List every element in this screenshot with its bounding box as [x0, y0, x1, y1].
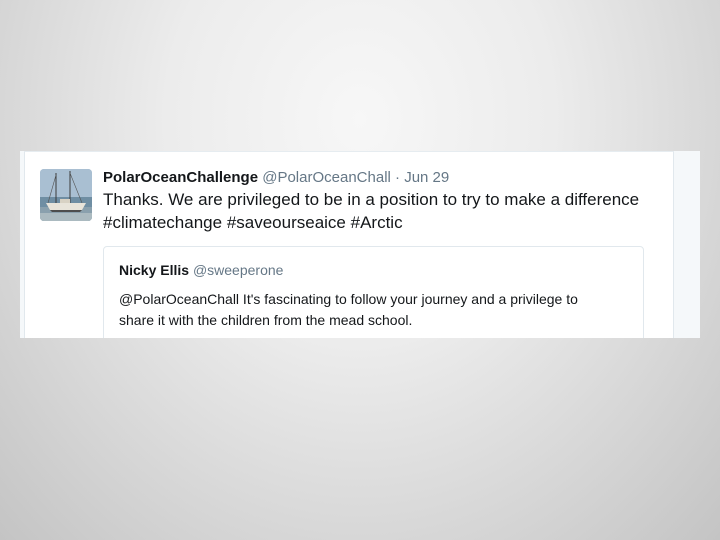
tweet-card[interactable]: PolarOceanChallenge @PolarOceanChall · J…: [24, 151, 674, 338]
hashtag-climatechange[interactable]: #climatechange: [103, 213, 222, 232]
author-handle[interactable]: @PolarOceanChall: [262, 169, 391, 186]
sailboat-avatar-icon: [40, 169, 92, 221]
tweet-text-line: Thanks. We are privileged to be in a pos…: [103, 190, 640, 209]
hashtag-arctic[interactable]: #Arctic: [351, 213, 403, 232]
quoted-tweet-header: Nicky Ellis @sweeperone: [119, 262, 283, 279]
quoted-tweet-card[interactable]: Nicky Ellis @sweeperone @PolarOceanChall…: [103, 246, 644, 338]
quoted-text-line: @PolarOceanChall It's fascinating to fol…: [119, 291, 578, 307]
tweet-header: PolarOceanChallenge @PolarOceanChall · J…: [103, 169, 449, 187]
screenshot-strip: PolarOceanChallenge @PolarOceanChall · J…: [20, 151, 700, 338]
quoted-tweet-text: @PolarOceanChall It's fascinating to fol…: [119, 289, 634, 331]
avatar[interactable]: [40, 169, 92, 221]
hashtag-saveourseaice[interactable]: #saveourseaice: [227, 213, 346, 232]
quoted-text-line: share it with the children from the mead…: [119, 312, 413, 328]
quoted-author-name: Nicky Ellis: [119, 262, 190, 278]
separator-dot: ·: [395, 169, 401, 186]
author-name[interactable]: PolarOceanChallenge: [103, 169, 258, 186]
tweet-text: Thanks. We are privileged to be in a pos…: [103, 188, 663, 234]
quoted-author-handle: @sweeperone: [192, 262, 284, 278]
tweet-date[interactable]: Jun 29: [404, 169, 449, 186]
hashtag-line: #climatechange #saveourseaice #Arctic: [103, 211, 663, 234]
